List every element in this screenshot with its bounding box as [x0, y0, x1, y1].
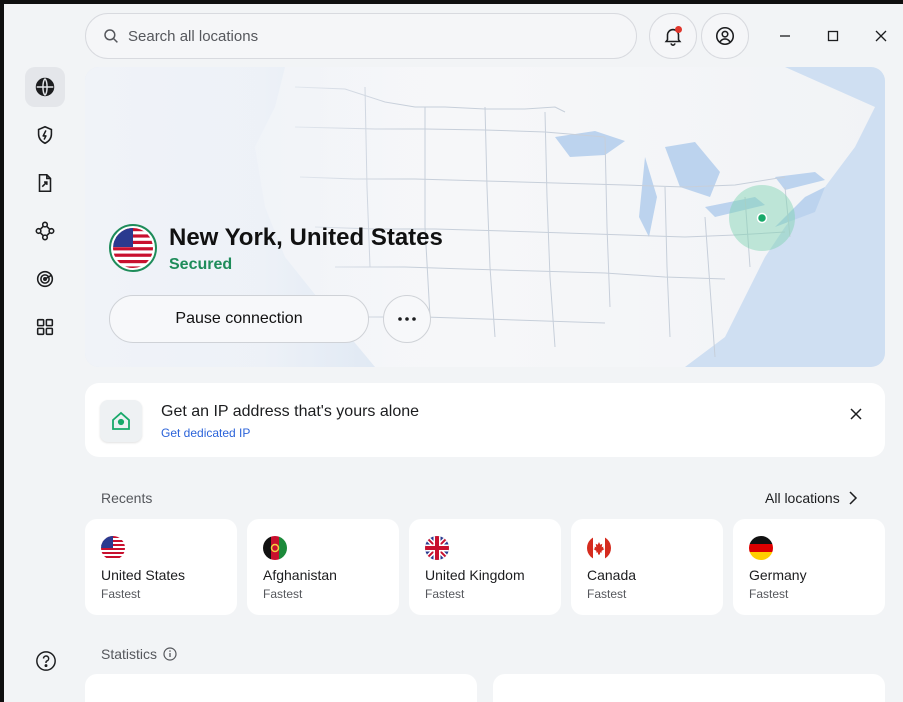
recent-location-card[interactable]: Germany Fastest	[733, 519, 885, 615]
statistics-card[interactable]	[493, 674, 885, 702]
recent-location-name: Canada	[587, 567, 637, 583]
radar-icon[interactable]	[25, 259, 65, 299]
statistics-header: Statistics	[101, 646, 177, 662]
recent-location-sub: Fastest	[425, 587, 465, 601]
account-button[interactable]	[701, 13, 749, 59]
house-pin-icon	[100, 400, 142, 442]
more-options-button[interactable]	[383, 295, 431, 343]
info-icon[interactable]	[163, 647, 177, 661]
chevron-right-icon	[849, 491, 857, 505]
search-bar[interactable]	[85, 13, 637, 59]
all-locations-label: All locations	[765, 490, 840, 506]
dedicated-ip-card: Get an IP address that's yours alone Get…	[85, 383, 885, 457]
recent-location-name: Afghanistan	[263, 567, 337, 583]
notifications-button[interactable]	[649, 13, 697, 59]
recent-location-sub: Fastest	[263, 587, 303, 601]
notification-dot	[675, 26, 682, 33]
recents-title: Recents	[101, 490, 153, 506]
uk-flag-icon	[425, 536, 449, 560]
globe-icon[interactable]	[25, 67, 65, 107]
all-locations-link[interactable]: All locations	[765, 490, 858, 506]
shield-bolt-icon[interactable]	[25, 115, 65, 155]
recent-location-name: United Kingdom	[425, 567, 525, 583]
user-icon	[715, 26, 735, 46]
recent-location-name: Germany	[749, 567, 807, 583]
canada-flag-icon	[587, 536, 611, 560]
close-window-icon[interactable]	[871, 26, 891, 46]
promo-title: Get an IP address that's yours alone	[161, 403, 420, 420]
maximize-icon[interactable]	[823, 26, 843, 46]
recent-location-sub: Fastest	[101, 587, 141, 601]
recent-location-card[interactable]: Afghanistan Fastest	[247, 519, 399, 615]
recent-location-name: United States	[101, 567, 186, 583]
sidebar	[4, 4, 80, 702]
recent-location-card[interactable]: Canada Fastest	[571, 519, 723, 615]
connection-status: Secured	[169, 256, 233, 273]
close-icon[interactable]	[847, 405, 865, 423]
recent-location-card[interactable]: United States Fastest	[85, 519, 237, 615]
recent-location-card[interactable]: United Kingdom Fastest	[409, 519, 561, 615]
search-input[interactable]	[128, 27, 608, 45]
recent-location-sub: Fastest	[587, 587, 627, 601]
connected-location: New York, United States	[169, 224, 443, 251]
apps-grid-icon[interactable]	[25, 307, 65, 347]
meshnet-icon[interactable]	[25, 211, 65, 251]
statistics-title: Statistics	[101, 646, 158, 662]
germany-flag-icon	[749, 536, 773, 560]
window-top-edge	[0, 0, 903, 4]
search-icon	[104, 29, 118, 43]
pause-connection-button[interactable]: Pause connection	[109, 295, 369, 343]
statistics-card[interactable]	[85, 674, 477, 702]
afghanistan-flag-icon	[263, 536, 287, 560]
help-icon[interactable]	[35, 650, 57, 672]
us-flag-icon	[101, 536, 125, 560]
minimize-icon[interactable]	[775, 26, 795, 46]
us-flag-icon	[109, 224, 157, 272]
ellipsis-icon	[398, 317, 416, 321]
get-dedicated-ip-link[interactable]: Get dedicated IP	[161, 426, 250, 440]
file-share-icon[interactable]	[25, 163, 65, 203]
recent-location-sub: Fastest	[749, 587, 789, 601]
